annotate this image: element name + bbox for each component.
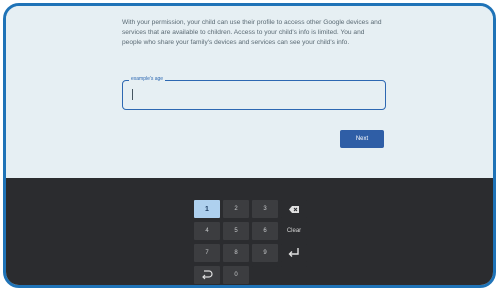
backspace-key[interactable] — [281, 200, 307, 218]
keypad-blank-2 — [281, 266, 307, 284]
hide-keyboard-key[interactable] — [194, 266, 220, 284]
key-6[interactable]: 6 — [252, 222, 278, 240]
key-0[interactable]: 0 — [223, 266, 249, 284]
key-5[interactable]: 5 — [223, 222, 249, 240]
numeric-keyboard: 1 2 3 4 5 6 Clear 7 8 9 0 — [6, 178, 493, 285]
age-input[interactable]: example's age — [122, 76, 386, 110]
keypad-grid: 1 2 3 4 5 6 Clear 7 8 9 0 — [194, 200, 307, 284]
enter-icon — [288, 248, 300, 258]
device-frame: With your permission, your child can use… — [3, 3, 496, 288]
backspace-icon — [289, 205, 299, 213]
enter-key[interactable] — [281, 244, 307, 262]
text-cursor — [132, 89, 133, 100]
key-1[interactable]: 1 — [194, 200, 220, 218]
key-7[interactable]: 7 — [194, 244, 220, 262]
next-button[interactable]: Next — [340, 130, 384, 148]
hide-keyboard-icon — [201, 270, 213, 280]
key-4[interactable]: 4 — [194, 222, 220, 240]
age-input-label: example's age — [129, 76, 166, 82]
keypad-blank — [252, 266, 278, 284]
key-9[interactable]: 9 — [252, 244, 278, 262]
key-2[interactable]: 2 — [223, 200, 249, 218]
key-8[interactable]: 8 — [223, 244, 249, 262]
clear-key[interactable]: Clear — [281, 222, 307, 240]
setup-screen: With your permission, your child can use… — [6, 6, 493, 178]
permission-info-text: With your permission, your child can use… — [122, 19, 382, 46]
key-3[interactable]: 3 — [252, 200, 278, 218]
